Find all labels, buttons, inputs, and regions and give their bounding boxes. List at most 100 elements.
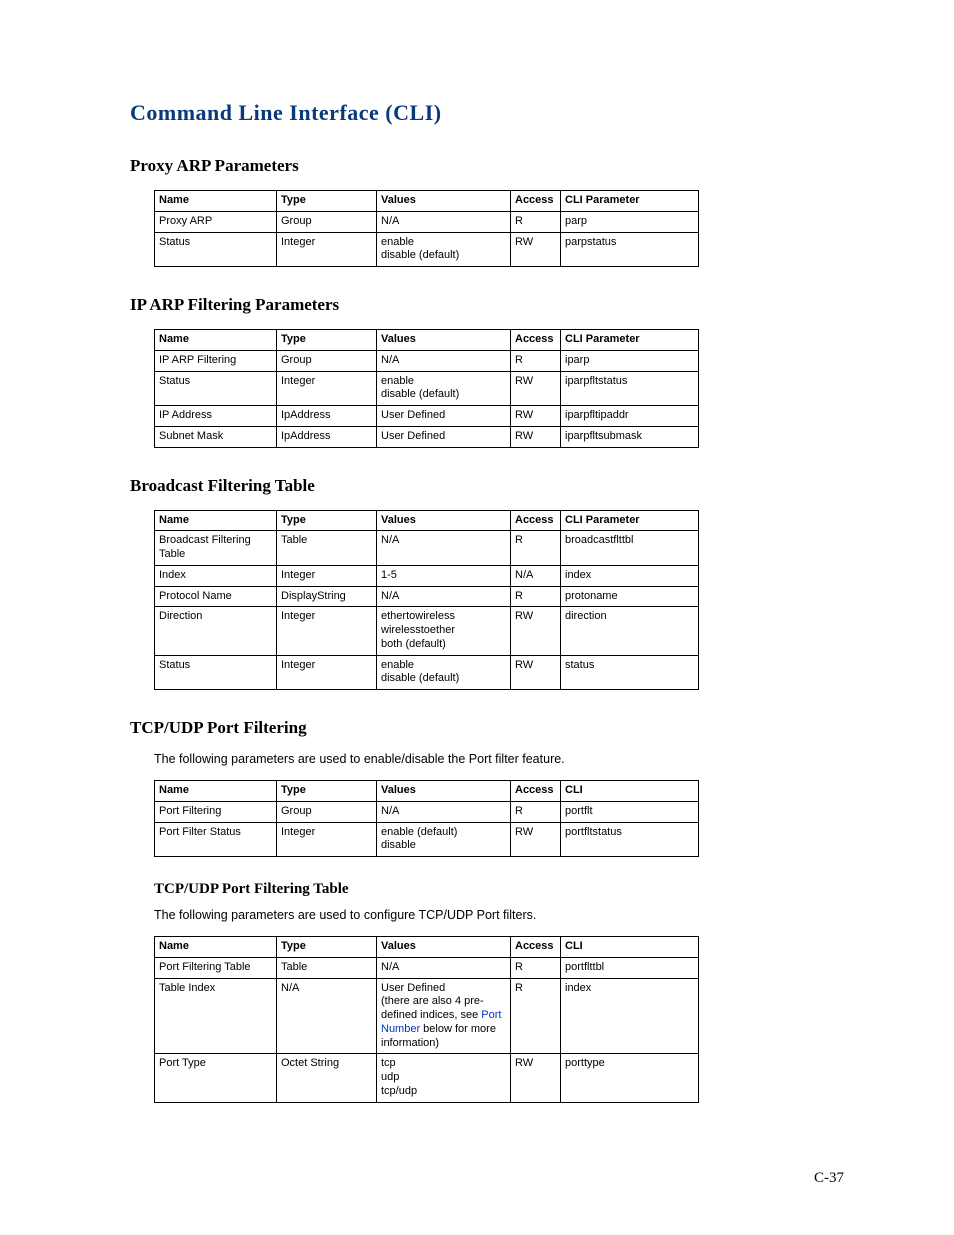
cell-access: N/A: [511, 565, 561, 586]
cell-cli: portflt: [561, 801, 699, 822]
cell-cli: iparpfltsubmask: [561, 426, 699, 447]
table-header-cell: Access: [511, 191, 561, 212]
cell-cli: iparpfltipaddr: [561, 406, 699, 427]
cell-access: R: [511, 211, 561, 232]
cell-type: DisplayString: [277, 586, 377, 607]
table-header-cell: Access: [511, 510, 561, 531]
parameter-table: NameTypeValuesAccessCLIPort Filtering Ta…: [154, 936, 699, 1103]
cell-cli: iparp: [561, 350, 699, 371]
cell-type: Integer: [277, 232, 377, 267]
table-row: StatusIntegerenabledisable (default)RWpa…: [155, 232, 699, 267]
table-header-cell: Values: [377, 781, 511, 802]
cell-values: enabledisable (default): [377, 371, 511, 406]
cell-type: Group: [277, 801, 377, 822]
cell-type: Table: [277, 531, 377, 566]
cell-values: User Defined: [377, 406, 511, 427]
cell-name: IP ARP Filtering: [155, 350, 277, 371]
cell-type: Integer: [277, 607, 377, 655]
cell-values: enable (default)disable: [377, 822, 511, 857]
cell-name: Proxy ARP: [155, 211, 277, 232]
page-title: Command Line Interface (CLI): [130, 100, 844, 126]
cell-values: N/A: [377, 211, 511, 232]
cell-access: R: [511, 801, 561, 822]
table-row: Subnet MaskIpAddressUser DefinedRWiparpf…: [155, 426, 699, 447]
table-header-cell: CLI: [561, 937, 699, 958]
cell-name: Table Index: [155, 978, 277, 1054]
table-header-cell: CLI: [561, 781, 699, 802]
cell-access: R: [511, 350, 561, 371]
section-heading: TCP/UDP Port Filtering: [130, 718, 844, 738]
cell-type: Octet String: [277, 1054, 377, 1102]
section-description: The following parameters are used to ena…: [154, 752, 844, 766]
table-header-cell: Type: [277, 781, 377, 802]
cell-access: RW: [511, 655, 561, 690]
table-header-cell: Type: [277, 510, 377, 531]
cell-cli: parp: [561, 211, 699, 232]
cell-name: IP Address: [155, 406, 277, 427]
table-row: Protocol NameDisplayStringN/ARprotoname: [155, 586, 699, 607]
cell-cli: status: [561, 655, 699, 690]
cell-values: User Defined(there are also 4 pre-define…: [377, 978, 511, 1054]
port-number-link[interactable]: Port Number: [381, 1009, 501, 1035]
cell-access: RW: [511, 822, 561, 857]
cell-cli: portflttbl: [561, 957, 699, 978]
cell-type: Integer: [277, 655, 377, 690]
section-heading: IP ARP Filtering Parameters: [130, 295, 844, 315]
cell-name: Port Type: [155, 1054, 277, 1102]
cell-cli: porttype: [561, 1054, 699, 1102]
table-row: Port TypeOctet Stringtcpudptcp/udpRWport…: [155, 1054, 699, 1102]
cell-name: Direction: [155, 607, 277, 655]
table-row: IP AddressIpAddressUser DefinedRWiparpfl…: [155, 406, 699, 427]
page-number: C-37: [814, 1170, 844, 1187]
cell-cli: broadcastflttbl: [561, 531, 699, 566]
table-row: Port FilteringGroupN/ARportflt: [155, 801, 699, 822]
table-row: Port Filtering TableTableN/ARportflttbl: [155, 957, 699, 978]
parameter-table: NameTypeValuesAccessCLI ParameterIP ARP …: [154, 329, 699, 448]
cell-type: Integer: [277, 371, 377, 406]
table-header-cell: Name: [155, 510, 277, 531]
table-row: Broadcast Filtering TableTableN/ARbroadc…: [155, 531, 699, 566]
cell-values: N/A: [377, 350, 511, 371]
table-header-cell: Name: [155, 191, 277, 212]
sections-container: Proxy ARP ParametersNameTypeValuesAccess…: [130, 156, 844, 1103]
cell-name: Broadcast Filtering Table: [155, 531, 277, 566]
cell-access: RW: [511, 232, 561, 267]
section-heading: Broadcast Filtering Table: [130, 476, 844, 496]
table-row: StatusIntegerenabledisable (default)RWip…: [155, 371, 699, 406]
cell-type: Group: [277, 350, 377, 371]
cell-cli: portfltstatus: [561, 822, 699, 857]
table-header-cell: Name: [155, 330, 277, 351]
cell-name: Protocol Name: [155, 586, 277, 607]
cell-name: Status: [155, 371, 277, 406]
cell-cli: protoname: [561, 586, 699, 607]
section-heading: Proxy ARP Parameters: [130, 156, 844, 176]
cell-type: IpAddress: [277, 406, 377, 427]
table-header-cell: Values: [377, 937, 511, 958]
table-header-cell: Values: [377, 510, 511, 531]
table-header-cell: Type: [277, 330, 377, 351]
cell-name: Index: [155, 565, 277, 586]
cell-access: R: [511, 978, 561, 1054]
cell-type: Table: [277, 957, 377, 978]
cell-values: 1-5: [377, 565, 511, 586]
section-heading: TCP/UDP Port Filtering Table: [154, 881, 844, 898]
cell-access: RW: [511, 371, 561, 406]
table-row: Port Filter StatusIntegerenable (default…: [155, 822, 699, 857]
table-header-cell: CLI Parameter: [561, 330, 699, 351]
cell-cli: index: [561, 978, 699, 1054]
table-header-cell: Type: [277, 191, 377, 212]
cell-cli: index: [561, 565, 699, 586]
table-row: Table IndexN/AUser Defined(there are als…: [155, 978, 699, 1054]
cell-values: N/A: [377, 531, 511, 566]
cell-cli: iparpfltstatus: [561, 371, 699, 406]
cell-access: RW: [511, 426, 561, 447]
cell-access: R: [511, 586, 561, 607]
cell-name: Status: [155, 655, 277, 690]
cell-values: N/A: [377, 957, 511, 978]
cell-type: Group: [277, 211, 377, 232]
cell-cli: direction: [561, 607, 699, 655]
cell-values: ethertowirelesswirelesstoetherboth (defa…: [377, 607, 511, 655]
cell-access: R: [511, 957, 561, 978]
cell-name: Port Filtering Table: [155, 957, 277, 978]
parameter-table: NameTypeValuesAccessCLI ParameterBroadca…: [154, 510, 699, 691]
